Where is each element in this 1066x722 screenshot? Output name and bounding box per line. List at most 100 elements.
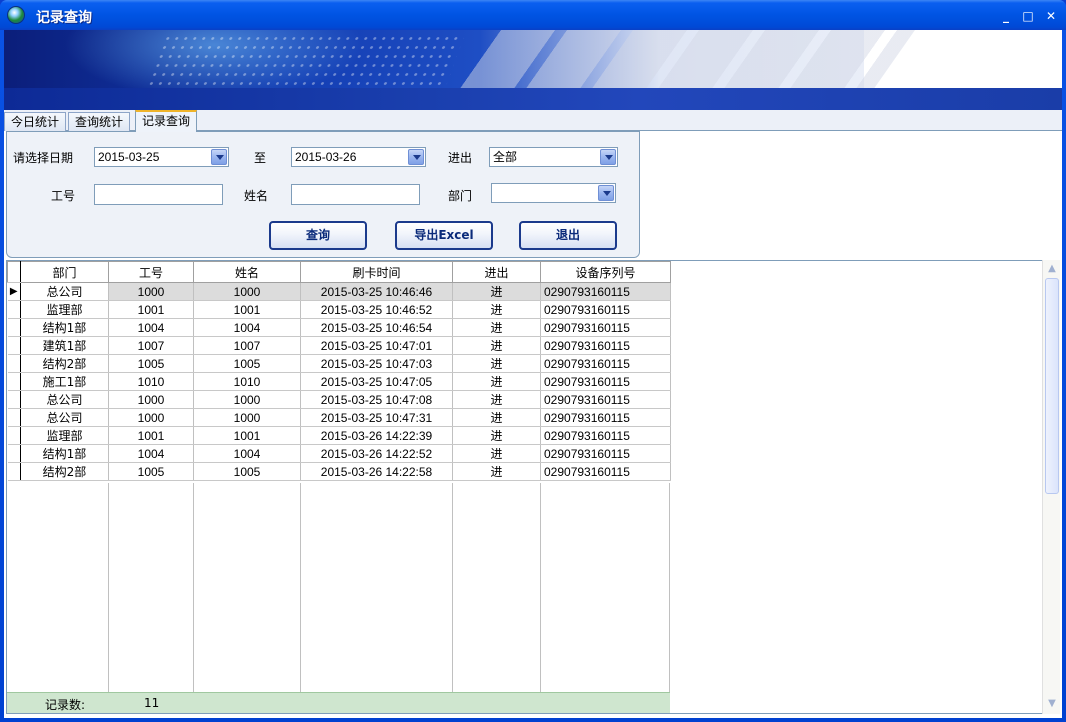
cell-inout[interactable]: 进 bbox=[452, 408, 541, 427]
row-header-cell[interactable] bbox=[7, 354, 21, 373]
cell-inout[interactable]: 进 bbox=[452, 318, 541, 337]
table-row[interactable]: 监理部 1001 1001 2015-03-25 10:46:52 进 029079316… bbox=[7, 300, 671, 319]
name-input[interactable] bbox=[291, 184, 420, 205]
cell-inout[interactable]: 进 bbox=[452, 372, 541, 391]
cell-id[interactable]: 1004 bbox=[108, 444, 194, 463]
export-excel-button[interactable]: 导出Excel bbox=[395, 221, 493, 250]
table-row[interactable]: ▶ 总公司 1000 1000 2015-03-25 10:46:46 进 02907931… bbox=[7, 282, 671, 301]
cell-name[interactable]: 1005 bbox=[193, 462, 301, 481]
scroll-down-icon[interactable]: ▼ bbox=[1044, 696, 1060, 712]
cell-inout[interactable]: 进 bbox=[452, 390, 541, 409]
cell-dept[interactable]: 结构2部 bbox=[20, 462, 109, 481]
tab-query-stats[interactable]: 查询统计 bbox=[68, 112, 131, 131]
cell-inout[interactable]: 进 bbox=[452, 462, 541, 481]
cell-device-serial[interactable]: 0290793160115 bbox=[540, 444, 671, 463]
cell-swipe-time[interactable]: 2015-03-25 10:46:54 bbox=[300, 318, 453, 337]
cell-swipe-time[interactable]: 2015-03-25 10:47:31 bbox=[300, 408, 453, 427]
row-header-cell[interactable] bbox=[7, 336, 21, 355]
scroll-up-icon[interactable]: ▲ bbox=[1044, 261, 1060, 277]
col-header-swipe-time[interactable]: 刷卡时间 bbox=[300, 261, 453, 283]
table-row[interactable]: 结构1部 1004 1004 2015-03-25 10:46:54 进 02907931… bbox=[7, 318, 671, 337]
cell-dept[interactable]: 结构2部 bbox=[20, 354, 109, 373]
row-header-cell[interactable] bbox=[7, 426, 21, 445]
cell-name[interactable]: 1004 bbox=[193, 318, 301, 337]
cell-dept[interactable]: 总公司 bbox=[20, 282, 109, 301]
inout-select[interactable]: 全部 bbox=[489, 147, 618, 167]
table-row[interactable]: 总公司 1000 1000 2015-03-25 10:47:08 进 029079316… bbox=[7, 390, 671, 409]
col-header-inout[interactable]: 进出 bbox=[452, 261, 541, 283]
chevron-down-icon[interactable] bbox=[600, 149, 616, 165]
query-button[interactable]: 查询 bbox=[269, 221, 367, 250]
minimize-button[interactable]: _ bbox=[998, 8, 1014, 24]
cell-swipe-time[interactable]: 2015-03-26 14:22:52 bbox=[300, 444, 453, 463]
id-input[interactable] bbox=[94, 184, 223, 205]
col-header-name[interactable]: 姓名 bbox=[193, 261, 301, 283]
cell-id[interactable]: 1005 bbox=[108, 462, 194, 481]
table-row[interactable]: 总公司 1000 1000 2015-03-25 10:47:31 进 029079316… bbox=[7, 408, 671, 427]
col-header-dept[interactable]: 部门 bbox=[20, 261, 109, 283]
cell-dept[interactable]: 结构1部 bbox=[20, 444, 109, 463]
dept-select[interactable] bbox=[491, 183, 616, 203]
cell-inout[interactable]: 进 bbox=[452, 282, 541, 301]
row-header-cell[interactable] bbox=[7, 444, 21, 463]
cell-dept[interactable]: 结构1部 bbox=[20, 318, 109, 337]
cell-name[interactable]: 1010 bbox=[193, 372, 301, 391]
cell-device-serial[interactable]: 0290793160115 bbox=[540, 462, 671, 481]
row-header-cell[interactable] bbox=[7, 372, 21, 391]
cell-name[interactable]: 1000 bbox=[193, 282, 301, 301]
cell-inout[interactable]: 进 bbox=[452, 336, 541, 355]
col-header-id[interactable]: 工号 bbox=[108, 261, 194, 283]
cell-name[interactable]: 1000 bbox=[193, 408, 301, 427]
scroll-thumb[interactable] bbox=[1045, 278, 1059, 494]
cell-swipe-time[interactable]: 2015-03-25 10:46:52 bbox=[300, 300, 453, 319]
cell-dept[interactable]: 总公司 bbox=[20, 390, 109, 409]
cell-device-serial[interactable]: 0290793160115 bbox=[540, 408, 671, 427]
cell-inout[interactable]: 进 bbox=[452, 444, 541, 463]
cell-id[interactable]: 1005 bbox=[108, 354, 194, 373]
cell-swipe-time[interactable]: 2015-03-26 14:22:39 bbox=[300, 426, 453, 445]
table-row[interactable]: 施工1部 1010 1010 2015-03-25 10:47:05 进 02907931… bbox=[7, 372, 671, 391]
cell-name[interactable]: 1007 bbox=[193, 336, 301, 355]
cell-device-serial[interactable]: 0290793160115 bbox=[540, 354, 671, 373]
row-header-cell[interactable] bbox=[7, 300, 21, 319]
cell-dept[interactable]: 建筑1部 bbox=[20, 336, 109, 355]
exit-button[interactable]: 退出 bbox=[519, 221, 617, 250]
close-button[interactable]: ✕ bbox=[1043, 8, 1059, 24]
cell-device-serial[interactable]: 0290793160115 bbox=[540, 372, 671, 391]
cell-device-serial[interactable]: 0290793160115 bbox=[540, 390, 671, 409]
chevron-down-icon[interactable] bbox=[408, 149, 424, 165]
table-row[interactable]: 监理部 1001 1001 2015-03-26 14:22:39 进 029079316… bbox=[7, 426, 671, 445]
date-to-picker[interactable]: 2015-03-26 bbox=[291, 147, 426, 167]
app-globe-icon[interactable] bbox=[7, 6, 25, 24]
cell-swipe-time[interactable]: 2015-03-25 10:47:08 bbox=[300, 390, 453, 409]
table-row[interactable]: 建筑1部 1007 1007 2015-03-25 10:47:01 进 02907931… bbox=[7, 336, 671, 355]
cell-id[interactable]: 1001 bbox=[108, 300, 194, 319]
cell-device-serial[interactable]: 0290793160115 bbox=[540, 318, 671, 337]
row-header-cell[interactable] bbox=[7, 408, 21, 427]
table-row[interactable]: 结构2部 1005 1005 2015-03-25 10:47:03 进 02907931… bbox=[7, 354, 671, 373]
cell-swipe-time[interactable]: 2015-03-25 10:47:01 bbox=[300, 336, 453, 355]
cell-id[interactable]: 1000 bbox=[108, 408, 194, 427]
cell-inout[interactable]: 进 bbox=[452, 426, 541, 445]
cell-id[interactable]: 1001 bbox=[108, 426, 194, 445]
row-header-cell[interactable] bbox=[7, 462, 21, 481]
cell-device-serial[interactable]: 0290793160115 bbox=[540, 336, 671, 355]
cell-dept[interactable]: 总公司 bbox=[20, 408, 109, 427]
row-header-cell[interactable] bbox=[7, 390, 21, 409]
tab-today-stats[interactable]: 今日统计 bbox=[4, 112, 67, 131]
cell-dept[interactable]: 施工1部 bbox=[20, 372, 109, 391]
chevron-down-icon[interactable] bbox=[598, 185, 614, 201]
cell-swipe-time[interactable]: 2015-03-25 10:46:46 bbox=[300, 282, 453, 301]
cell-device-serial[interactable]: 0290793160115 bbox=[540, 300, 671, 319]
row-header-cell[interactable] bbox=[7, 318, 21, 337]
cell-name[interactable]: 1000 bbox=[193, 390, 301, 409]
cell-inout[interactable]: 进 bbox=[452, 354, 541, 373]
date-from-picker[interactable]: 2015-03-25 bbox=[94, 147, 229, 167]
cell-swipe-time[interactable]: 2015-03-25 10:47:03 bbox=[300, 354, 453, 373]
tab-record-query[interactable]: 记录查询 bbox=[135, 110, 198, 132]
cell-device-serial[interactable]: 0290793160115 bbox=[540, 426, 671, 445]
cell-device-serial[interactable]: 0290793160115 bbox=[540, 282, 671, 301]
cell-id[interactable]: 1004 bbox=[108, 318, 194, 337]
table-row[interactable]: 结构1部 1004 1004 2015-03-26 14:22:52 进 02907931… bbox=[7, 444, 671, 463]
cell-name[interactable]: 1001 bbox=[193, 426, 301, 445]
